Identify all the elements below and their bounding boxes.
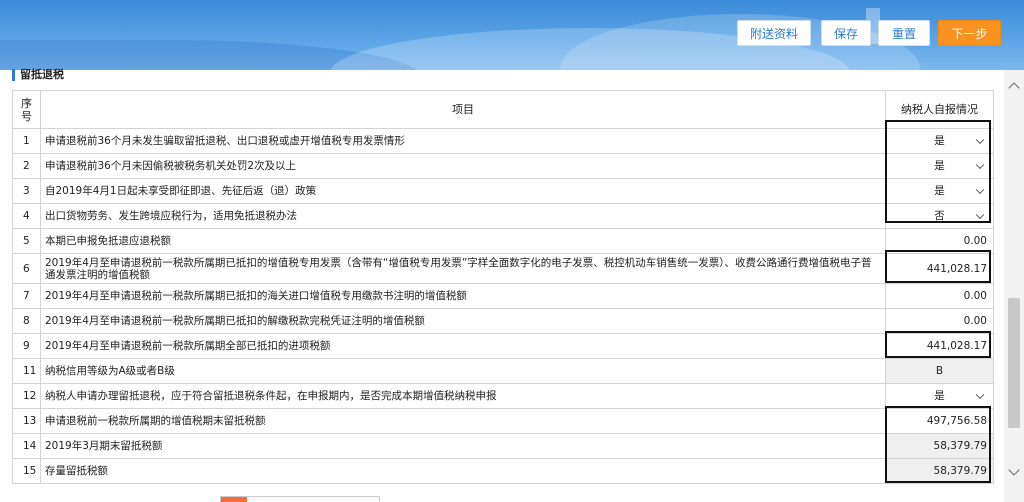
value-field[interactable]: 441,028.17 [885,333,994,359]
refund-table: 序号 项目 纳税人自报情况 1 申请退税前36个月未发生骗取留抵退税、出口退税或虚… [12,90,994,484]
chevron-down-icon[interactable] [975,160,985,170]
scroll-thumb[interactable] [1008,298,1020,428]
status-select[interactable]: 是 [885,383,994,409]
select-value: 否 [934,210,945,222]
scroll-down-icon[interactable] [1008,464,1020,476]
table-row: 4 出口货物劳务、发生跨境应税行为，适用免抵退税办法 否 [12,203,994,229]
chevron-down-icon[interactable] [975,210,985,220]
select-box[interactable]: 是 [886,179,993,203]
row-number: 9 [12,333,41,359]
row-item-label: 2019年3月期末留抵税额 [40,433,886,459]
row-item-label: 申请退税前一税款所属期的增值税期末留抵税额 [40,408,886,434]
table-row: 9 2019年4月至申请退税前一税款所属期全部已抵扣的进项税额 441,028.17 [12,333,994,359]
select-box[interactable]: 否 [886,204,993,228]
table-row: 12 纳税人申请办理留抵退税，应于符合留抵退税条件起，在申报期内，是否完成本期增值… [12,383,994,409]
attach-button[interactable]: 附送资料 [737,20,811,46]
table-row: 15 存量留抵税额 58,379.79 [12,458,994,484]
status-select[interactable]: 否 [885,203,994,229]
select-value: 是 [934,185,945,197]
page: 附送资料 保存 重置 下一步 留抵退税 序号 项目 纳税人自报情况 1 申请退税前… [0,0,1024,502]
select-value: 是 [934,160,945,172]
table-row: 6 2019年4月至申请退税前一税款所属期已抵扣的增值税专用发票（含带有“增值税专… [12,253,994,284]
row-number: 1 [12,128,41,154]
row-number: 15 [12,458,41,484]
row-number: 5 [12,228,41,254]
chevron-down-icon[interactable] [975,390,985,400]
section-title: 留抵退税 [12,68,64,82]
header-item: 项目 [40,90,886,129]
select-box[interactable]: 是 [886,154,993,178]
select-box[interactable]: 是 [886,129,993,153]
select-value: 是 [934,135,945,147]
select-box[interactable]: 是 [886,384,993,408]
status-select[interactable]: 是 [885,153,994,179]
value-field[interactable]: 497,756.58 [885,408,994,434]
row-item-label: 本期已申报免抵退应退税额 [40,228,886,254]
reset-button[interactable]: 重置 [878,20,930,46]
select-value: 是 [934,390,945,402]
table-container: 序号 项目 纳税人自报情况 1 申请退税前36个月未发生骗取留抵退税、出口退税或虚… [12,90,996,502]
value-field[interactable]: 0.00 [885,228,994,254]
row-number: 3 [12,178,41,204]
row-number: 14 [12,433,41,459]
row-number: 2 [12,153,41,179]
bottom-toolbar-fragment [220,496,380,502]
row-number: 4 [12,203,41,229]
table-row: 8 2019年4月至申请退税前一税款所属期已抵扣的解缴税款完税凭证注明的增值税额 0… [12,308,994,334]
value-field[interactable]: 0.00 [885,283,994,309]
row-number: 6 [12,253,41,284]
table-row: 7 2019年4月至申请退税前一税款所属期已抵扣的海关进口增值税专用缴款书注明的增… [12,283,994,309]
row-item-label: 2019年4月至申请退税前一税款所属期已抵扣的增值税专用发票（含带有“增值税专用… [40,253,886,284]
status-select[interactable]: 是 [885,128,994,154]
chevron-down-icon[interactable] [975,185,985,195]
next-button[interactable]: 下一步 [938,20,1001,46]
table-row: 2 申请退税前36个月未因偷税被税务机关处罚2次及以上 是 [12,153,994,179]
row-item-label: 出口货物劳务、发生跨境应税行为，适用免抵退税办法 [40,203,886,229]
chevron-down-icon[interactable] [975,135,985,145]
row-item-label: 2019年4月至申请退税前一税款所属期已抵扣的解缴税款完税凭证注明的增值税额 [40,308,886,334]
status-select[interactable]: 是 [885,178,994,204]
scroll-up-icon[interactable] [1008,82,1020,94]
row-item-label: 纳税人申请办理留抵退税，应于符合留抵退税条件起，在申报期内，是否完成本期增值税纳… [40,383,886,409]
row-number: 7 [12,283,41,309]
value-field: 58,379.79 [885,433,994,459]
table-row: 11 纳税信用等级为A级或者B级 B [12,358,994,384]
value-field: B [885,358,994,384]
value-field: 58,379.79 [885,458,994,484]
table-row: 13 申请退税前一税款所属期的增值税期末留抵税额 497,756.58 [12,408,994,434]
table-row: 14 2019年3月期末留抵税额 58,379.79 [12,433,994,459]
row-number: 13 [12,408,41,434]
row-item-label: 申请退税前36个月未发生骗取留抵退税、出口退税或虚开增值税专用发票情形 [40,128,886,154]
header-status: 纳税人自报情况 [885,90,994,129]
header-no: 序号 [12,90,41,129]
row-item-label: 2019年4月至申请退税前一税款所属期已抵扣的海关进口增值税专用缴款书注明的增值… [40,283,886,309]
row-item-label: 存量留抵税额 [40,458,886,484]
value-field[interactable]: 441,028.17 [885,253,994,284]
row-item-label: 纳税信用等级为A级或者B级 [40,358,886,384]
row-number: 11 [12,358,41,384]
table-row: 1 申请退税前36个月未发生骗取留抵退税、出口退税或虚开增值税专用发票情形 是 [12,128,994,154]
row-number: 8 [12,308,41,334]
row-number: 12 [12,383,41,409]
row-item-label: 申请退税前36个月未因偷税被税务机关处罚2次及以上 [40,153,886,179]
value-field[interactable]: 0.00 [885,308,994,334]
table-row: 5 本期已申报免抵退应退税额 0.00 [12,228,994,254]
row-item-label: 自2019年4月1日起未享受即征即退、先征后返（退）政策 [40,178,886,204]
save-button[interactable]: 保存 [821,20,871,46]
vertical-scrollbar[interactable] [1004,70,1024,502]
row-item-label: 2019年4月至申请退税前一税款所属期全部已抵扣的进项税额 [40,333,886,359]
table-row: 3 自2019年4月1日起未享受即征即退、先征后返（退）政策 是 [12,178,994,204]
